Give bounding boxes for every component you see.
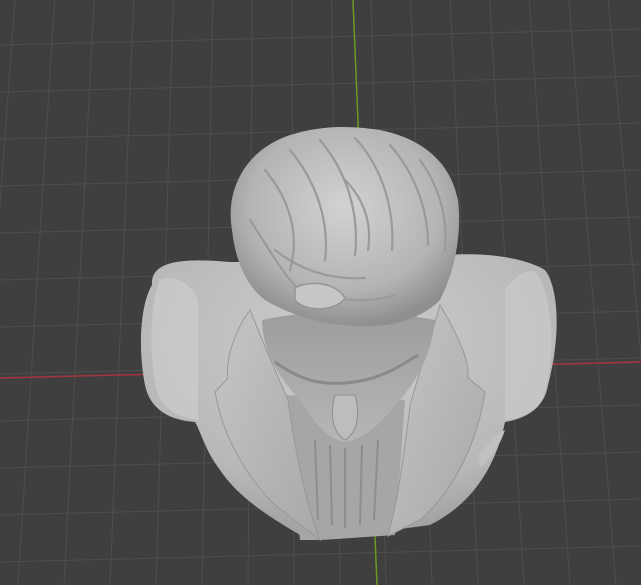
bust-hair <box>230 127 460 327</box>
3d-viewport[interactable] <box>0 0 641 585</box>
viewport-canvas[interactable] <box>0 0 641 585</box>
